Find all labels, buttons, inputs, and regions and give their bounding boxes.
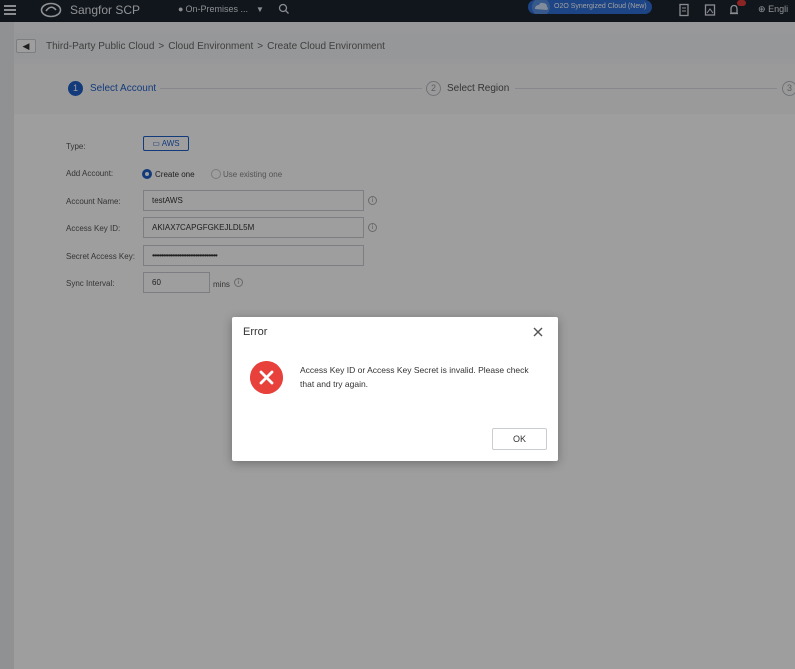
error-icon — [250, 361, 283, 394]
close-icon[interactable] — [532, 326, 544, 338]
ok-button[interactable]: OK — [492, 428, 547, 450]
error-dialog: Error Access Key ID or Access Key Secret… — [232, 317, 558, 461]
dialog-message: Access Key ID or Access Key Secret is in… — [300, 365, 529, 389]
dialog-title: Error — [243, 326, 268, 338]
